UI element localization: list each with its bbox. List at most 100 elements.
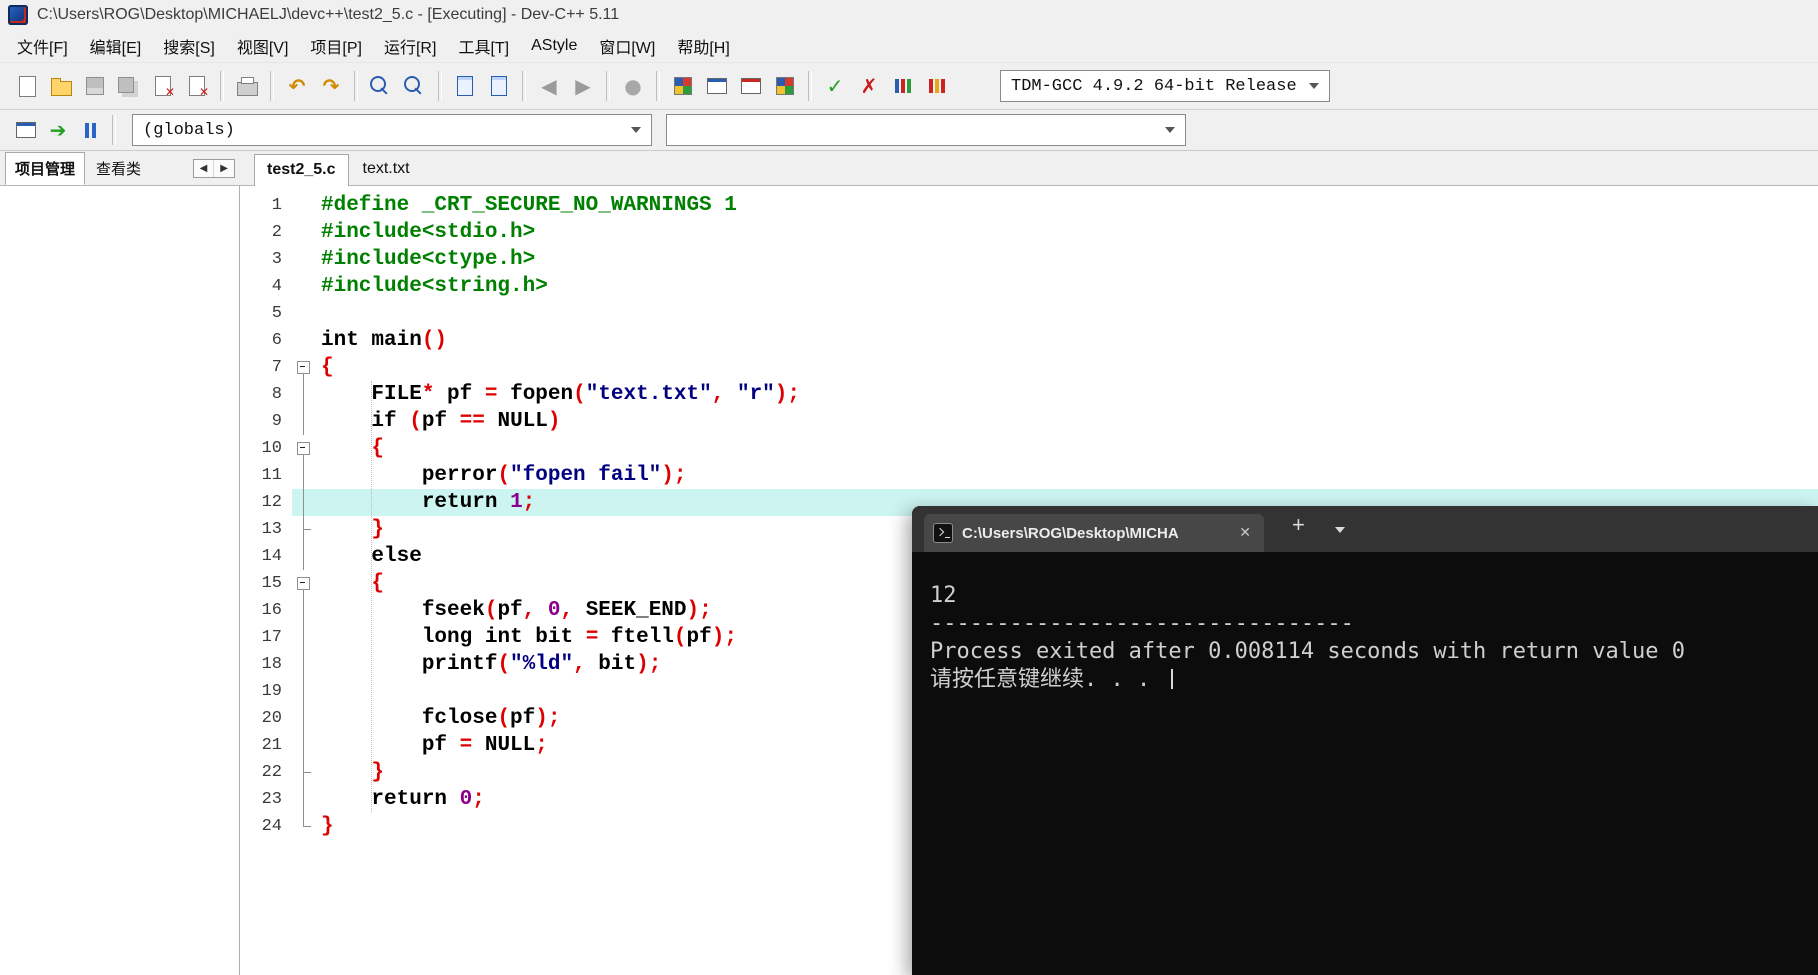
line-number[interactable]: 15	[240, 570, 292, 597]
code-line[interactable]: 10 {	[240, 435, 1818, 462]
back-icon[interactable]: ◀	[533, 70, 565, 102]
profile-icon[interactable]	[887, 70, 919, 102]
line-number[interactable]: 1	[240, 192, 292, 219]
code-line[interactable]: 8 FILE* pf = fopen("text.txt", "r");	[240, 381, 1818, 408]
code-line[interactable]: 9 if (pf == NULL)	[240, 408, 1818, 435]
goto-line-icon[interactable]	[449, 70, 481, 102]
fold-marker-icon[interactable]	[292, 570, 316, 597]
open-file-icon[interactable]	[45, 70, 77, 102]
members-select[interactable]	[666, 114, 1186, 146]
line-number[interactable]: 8	[240, 381, 292, 408]
tab-test2-5-c[interactable]: test2_5.c	[254, 154, 349, 186]
menu-item-window[interactable]: 窗口[W]	[588, 30, 666, 62]
menu-item-astyle[interactable]: AStyle	[520, 33, 588, 59]
menu-item-tools[interactable]: 工具[T]	[447, 30, 520, 62]
menu-item-run[interactable]: 运行[R]	[373, 30, 447, 62]
goto-declaration-icon[interactable]	[11, 115, 41, 145]
line-number[interactable]: 17	[240, 624, 292, 651]
goto-implementation-icon[interactable]: ➔	[43, 115, 73, 145]
line-number[interactable]: 13	[240, 516, 292, 543]
scroll-right-icon[interactable]: ▶	[213, 159, 234, 177]
line-number[interactable]: 20	[240, 705, 292, 732]
code-line[interactable]: 4 #include<string.h>	[240, 273, 1818, 300]
code-text: {	[321, 356, 334, 379]
save-all-icon[interactable]	[113, 70, 145, 102]
line-number[interactable]: 14	[240, 543, 292, 570]
menu-item-edit[interactable]: 编辑[E]	[79, 30, 153, 62]
line-number[interactable]: 23	[240, 786, 292, 813]
remove-project-icon[interactable]	[701, 70, 733, 102]
code-line[interactable]: 1 #define _CRT_SECURE_NO_WARNINGS 1	[240, 192, 1818, 219]
undo-icon[interactable]: ↶	[281, 70, 313, 102]
fold-marker-icon[interactable]	[292, 435, 316, 462]
fold-margin	[292, 408, 316, 435]
tab-dropdown-button[interactable]	[1334, 520, 1345, 538]
tab-text-txt[interactable]: text.txt	[351, 154, 422, 185]
code-line[interactable]: 2 #include<stdio.h>	[240, 219, 1818, 246]
code-line[interactable]: 5	[240, 300, 1818, 327]
fold-margin	[292, 759, 316, 786]
fold-margin	[292, 246, 316, 273]
package-manager-icon[interactable]	[769, 70, 801, 102]
terminal-output[interactable]: 12 -------------------------------- Proces…	[912, 552, 1818, 694]
replace-icon[interactable]	[399, 70, 431, 102]
code-line[interactable]: 11 perror("fopen fail");	[240, 462, 1818, 489]
line-number[interactable]: 24	[240, 813, 292, 840]
line-number[interactable]: 9	[240, 408, 292, 435]
code-text: #include<string.h>	[321, 275, 548, 298]
line-number[interactable]: 19	[240, 678, 292, 705]
profile-analysis-icon[interactable]	[921, 70, 953, 102]
tab-class-browser[interactable]: 查看类	[87, 153, 150, 184]
save-icon[interactable]	[79, 70, 111, 102]
line-number[interactable]: 22	[240, 759, 292, 786]
find-icon[interactable]	[365, 70, 397, 102]
redo-icon[interactable]: ↷	[315, 70, 347, 102]
abort-icon[interactable]: ●	[617, 70, 649, 102]
project-options-icon[interactable]	[735, 70, 767, 102]
forward-icon[interactable]: ▶	[567, 70, 599, 102]
code-text: #include<ctype.h>	[321, 248, 536, 271]
new-tab-icon[interactable]: +	[1292, 514, 1305, 536]
menu-item-project[interactable]: 项目[P]	[299, 30, 373, 62]
line-number[interactable]: 5	[240, 300, 292, 327]
toolbar-separator	[220, 71, 224, 101]
line-number[interactable]: 10	[240, 435, 292, 462]
line-number[interactable]: 18	[240, 651, 292, 678]
project-manager-panel[interactable]	[0, 186, 240, 975]
line-number[interactable]: 3	[240, 246, 292, 273]
code-line[interactable]: 6 int main()	[240, 327, 1818, 354]
close-all-icon[interactable]	[181, 70, 213, 102]
globals-select[interactable]: (globals)	[132, 114, 652, 146]
code-line[interactable]: 7{	[240, 354, 1818, 381]
line-number[interactable]: 12	[240, 489, 292, 516]
line-number[interactable]: 7	[240, 354, 292, 381]
menu-item-help[interactable]: 帮助[H]	[666, 30, 740, 62]
fold-margin	[292, 543, 316, 570]
line-number[interactable]: 2	[240, 219, 292, 246]
compiler-select[interactable]: TDM-GCC 4.9.2 64-bit Release	[1000, 70, 1330, 102]
toolbar-separator	[522, 71, 526, 101]
compile-icon[interactable]: ✓	[819, 70, 851, 102]
fold-marker-icon[interactable]	[292, 354, 316, 381]
close-file-icon[interactable]	[147, 70, 179, 102]
line-number[interactable]: 21	[240, 732, 292, 759]
close-tab-icon[interactable]: ✕	[1235, 525, 1255, 541]
scroll-left-icon[interactable]: ◀	[194, 160, 214, 177]
line-number[interactable]: 16	[240, 597, 292, 624]
menu-item-search[interactable]: 搜索[S]	[152, 30, 226, 62]
menu-item-view[interactable]: 视图[V]	[226, 30, 300, 62]
menu-item-file[interactable]: 文件[F]	[6, 30, 79, 62]
line-number[interactable]: 6	[240, 327, 292, 354]
print-icon[interactable]	[231, 70, 263, 102]
new-project-icon[interactable]	[667, 70, 699, 102]
tab-project-manager[interactable]: 项目管理	[5, 151, 86, 185]
terminal-tab[interactable]: C:\Users\ROG\Desktop\MICHA ✕	[924, 514, 1264, 552]
new-file-icon[interactable]	[11, 70, 43, 102]
code-line[interactable]: 3 #include<ctype.h>	[240, 246, 1818, 273]
bookmark-icon[interactable]	[483, 70, 515, 102]
pause-icon[interactable]	[75, 115, 105, 145]
line-number[interactable]: 4	[240, 273, 292, 300]
line-number[interactable]: 11	[240, 462, 292, 489]
code-text: FILE* pf = fopen("text.txt", "r");	[371, 383, 800, 406]
rebuild-icon[interactable]: ✗	[853, 70, 885, 102]
